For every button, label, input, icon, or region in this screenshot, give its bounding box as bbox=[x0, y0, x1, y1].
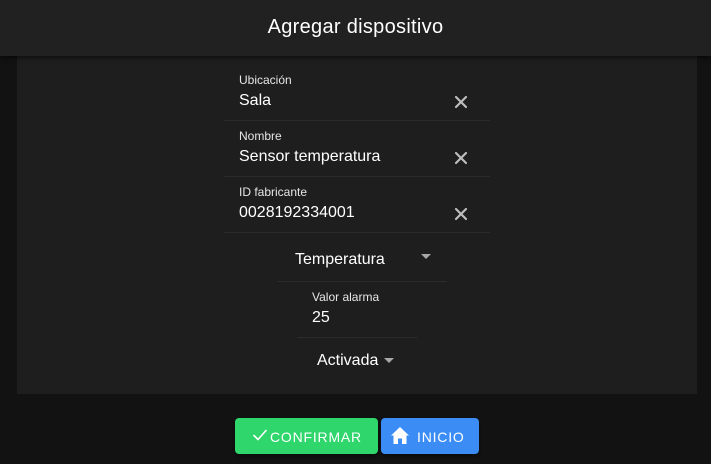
name-value[interactable]: Sensor temperatura bbox=[239, 148, 380, 166]
manufacturer-id-field[interactable]: ID fabricante 0028192334001 bbox=[224, 176, 490, 233]
location-value[interactable]: Sala bbox=[239, 92, 271, 110]
home-icon bbox=[390, 426, 410, 448]
sensor-type-select[interactable]: Temperatura bbox=[277, 237, 447, 282]
manufacturer-id-label: ID fabricante bbox=[239, 185, 308, 199]
confirm-label: CONFIRMAR bbox=[270, 429, 362, 445]
location-label: Ubicación bbox=[239, 73, 292, 87]
check-icon bbox=[252, 427, 268, 446]
home-label: INICIO bbox=[417, 429, 465, 445]
home-button[interactable]: INICIO bbox=[381, 418, 479, 454]
confirm-button[interactable]: CONFIRMAR bbox=[235, 418, 378, 454]
alarm-value-label: Valor alarma bbox=[312, 290, 380, 304]
close-icon[interactable] bbox=[454, 95, 468, 109]
dialog-title: Agregar dispositivo bbox=[267, 16, 444, 38]
status-select[interactable]: Activada bbox=[306, 345, 406, 389]
name-field[interactable]: Nombre Sensor temperatura bbox=[224, 120, 490, 177]
dialog-header: Agregar dispositivo bbox=[0, 0, 711, 56]
caret-down-icon bbox=[421, 254, 431, 259]
close-icon[interactable] bbox=[454, 151, 468, 165]
close-icon[interactable] bbox=[454, 207, 468, 221]
alarm-value-input[interactable]: 25 bbox=[312, 309, 330, 327]
name-label: Nombre bbox=[239, 129, 282, 143]
location-field[interactable]: Ubicación Sala bbox=[224, 64, 490, 121]
manufacturer-id-value[interactable]: 0028192334001 bbox=[239, 204, 355, 222]
alarm-value-field[interactable]: Valor alarma 25 bbox=[297, 281, 417, 338]
sensor-type-value: Temperatura bbox=[295, 251, 385, 268]
caret-down-icon bbox=[384, 358, 394, 363]
status-value: Activada bbox=[317, 352, 379, 369]
